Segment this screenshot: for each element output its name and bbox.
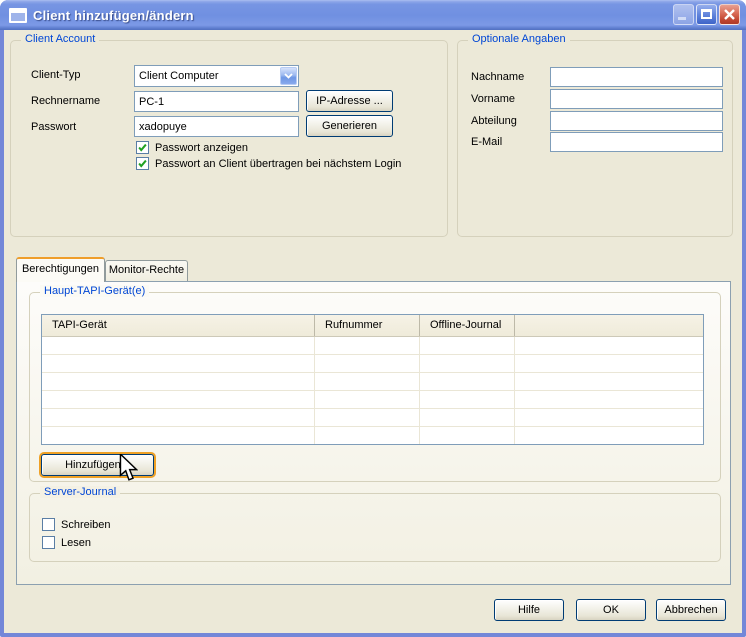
optionale-angaben-legend: Optionale Angaben bbox=[468, 33, 570, 45]
passwort-uebertragen-checkbox[interactable]: Passwort an Client übertragen bei nächst… bbox=[136, 157, 401, 170]
ok-button[interactable]: OK bbox=[576, 599, 646, 621]
abteilung-label: Abteilung bbox=[471, 115, 517, 127]
rechnername-input[interactable] bbox=[134, 91, 299, 112]
table-row bbox=[42, 373, 703, 391]
generieren-button[interactable]: Generieren bbox=[306, 115, 393, 137]
vorname-label: Vorname bbox=[471, 93, 515, 105]
email-input[interactable] bbox=[550, 132, 723, 152]
table-header[interactable]: TAPI-Gerät Rufnummer Offline-Journal bbox=[42, 315, 703, 337]
application-window-icon bbox=[9, 8, 27, 23]
passwort-input[interactable] bbox=[134, 116, 299, 137]
table-row bbox=[42, 355, 703, 373]
chevron-down-icon[interactable] bbox=[280, 67, 297, 85]
server-journal-legend: Server-Journal bbox=[40, 486, 120, 498]
hilfe-button[interactable]: Hilfe bbox=[494, 599, 564, 621]
table-row bbox=[42, 427, 703, 445]
nachname-input[interactable] bbox=[550, 67, 723, 87]
table-row bbox=[42, 337, 703, 355]
tab-panel-berechtigungen: Haupt-TAPI-Gerät(e) TAPI-Gerät Rufnummer… bbox=[16, 281, 731, 585]
client-typ-selected-value: Client Computer bbox=[135, 70, 279, 82]
checkbox-label: Passwort an Client übertragen bei nächst… bbox=[155, 158, 401, 170]
column-header-tapi-geraet[interactable]: TAPI-Gerät bbox=[42, 315, 315, 336]
table-body[interactable] bbox=[42, 337, 703, 445]
abbrechen-button[interactable]: Abbrechen bbox=[656, 599, 726, 621]
nachname-label: Nachname bbox=[471, 71, 524, 83]
rechnername-label: Rechnername bbox=[31, 95, 100, 107]
minimize-icon bbox=[678, 17, 686, 20]
schreiben-checkbox[interactable]: Schreiben bbox=[42, 518, 111, 531]
client-typ-select[interactable]: Client Computer bbox=[134, 65, 299, 87]
lesen-checkbox[interactable]: Lesen bbox=[42, 536, 91, 549]
column-header-offline-journal[interactable]: Offline-Journal bbox=[420, 315, 515, 336]
haupt-tapi-group: Haupt-TAPI-Gerät(e) TAPI-Gerät Rufnummer… bbox=[29, 292, 721, 482]
dialog-window: Client hinzufügen/ändern Client Account … bbox=[0, 0, 746, 637]
checkbox-checked-icon bbox=[136, 157, 149, 170]
close-icon bbox=[723, 8, 736, 21]
abteilung-input[interactable] bbox=[550, 111, 723, 131]
column-header-empty bbox=[515, 315, 703, 336]
maximize-button[interactable] bbox=[696, 4, 717, 25]
passwort-label: Passwort bbox=[31, 121, 76, 133]
column-header-rufnummer[interactable]: Rufnummer bbox=[315, 315, 420, 336]
titlebar[interactable]: Client hinzufügen/ändern bbox=[0, 0, 746, 30]
client-account-legend: Client Account bbox=[21, 33, 99, 45]
maximize-icon bbox=[701, 9, 712, 19]
table-row bbox=[42, 391, 703, 409]
server-journal-group: Server-Journal Schreiben Lesen bbox=[29, 493, 721, 562]
tapi-device-table[interactable]: TAPI-Gerät Rufnummer Offline-Journal bbox=[41, 314, 704, 445]
optionale-angaben-group: Optionale Angaben Nachname Vorname Abtei… bbox=[457, 40, 733, 237]
email-label: E-Mail bbox=[471, 136, 502, 148]
passwort-anzeigen-checkbox[interactable]: Passwort anzeigen bbox=[136, 141, 248, 154]
checkbox-label: Schreiben bbox=[61, 519, 111, 531]
vorname-input[interactable] bbox=[550, 89, 723, 109]
client-account-group: Client Account Client-Typ Client Compute… bbox=[10, 40, 448, 237]
checkbox-label: Passwort anzeigen bbox=[155, 142, 248, 154]
table-row bbox=[42, 409, 703, 427]
hinzufuegen-button[interactable]: Hinzufügen... bbox=[41, 454, 154, 476]
haupt-tapi-legend: Haupt-TAPI-Gerät(e) bbox=[40, 285, 149, 297]
checkbox-label: Lesen bbox=[61, 537, 91, 549]
dialog-body: Client Account Client-Typ Client Compute… bbox=[4, 30, 742, 633]
client-typ-label: Client-Typ bbox=[31, 69, 81, 81]
checkbox-unchecked-icon bbox=[42, 518, 55, 531]
checkbox-unchecked-icon bbox=[42, 536, 55, 549]
tab-monitor-rechte[interactable]: Monitor-Rechte bbox=[105, 260, 188, 282]
ip-adresse-button[interactable]: IP-Adresse ... bbox=[306, 90, 393, 112]
minimize-button[interactable] bbox=[673, 4, 694, 25]
window-title: Client hinzufügen/ändern bbox=[33, 8, 194, 23]
tab-berechtigungen[interactable]: Berechtigungen bbox=[16, 257, 105, 282]
close-button[interactable] bbox=[719, 4, 740, 25]
checkbox-checked-icon bbox=[136, 141, 149, 154]
